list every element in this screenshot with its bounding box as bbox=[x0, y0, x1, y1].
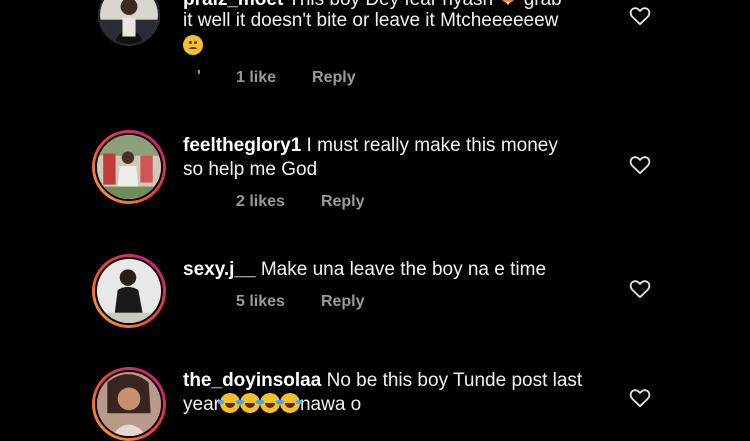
comment-body: No be this boy Tunde post last bbox=[326, 370, 583, 391]
avatar-image bbox=[97, 372, 161, 436]
fox-emoji-icon bbox=[502, 0, 515, 5]
comment-meta: 2 likes Reply bbox=[236, 193, 365, 211]
avatar-image bbox=[97, 259, 161, 323]
sad-face-emoji-icon bbox=[183, 35, 203, 55]
tears-of-joy-emoji-icon bbox=[237, 393, 262, 413]
like-count[interactable]: 1 like bbox=[236, 69, 276, 87]
tears-of-joy-emoji-icon bbox=[277, 393, 302, 413]
comment-username[interactable]: feeltheglory1 bbox=[183, 135, 301, 156]
small-mark: ' bbox=[197, 68, 201, 85]
heart-icon[interactable] bbox=[629, 388, 651, 408]
avatar[interactable] bbox=[98, 0, 160, 46]
tears-of-joy-emoji-icon bbox=[217, 393, 242, 413]
comment-body: nawa o bbox=[299, 394, 362, 415]
comment-item: sexy.j__ Make una leave the boy na e tim… bbox=[0, 220, 750, 340]
heart-icon[interactable] bbox=[629, 6, 651, 26]
comment-text: the_doyinsolaa No be this boy Tunde post… bbox=[183, 369, 582, 393]
comment-item: feeltheglory1 I must really make this mo… bbox=[0, 100, 750, 220]
comment-body: I must really make this money bbox=[306, 135, 558, 156]
like-count[interactable]: 5 likes bbox=[236, 293, 285, 311]
comment-body: year bbox=[183, 394, 220, 415]
avatar-image bbox=[100, 0, 158, 44]
comment-username[interactable]: sexy.j__ bbox=[183, 259, 256, 280]
avatar[interactable] bbox=[92, 130, 166, 204]
comment-text: sexy.j__ Make una leave the boy na e tim… bbox=[183, 258, 546, 282]
comment-meta: 5 likes Reply bbox=[236, 293, 365, 311]
comment-meta: 1 like Reply bbox=[236, 69, 356, 87]
comment-username[interactable]: the_doyinsolaa bbox=[183, 370, 321, 391]
comment-body: Make una leave the boy na e time bbox=[260, 259, 547, 280]
heart-icon[interactable] bbox=[629, 155, 651, 175]
comment-emoji-line bbox=[183, 35, 203, 59]
comment-text-line: year nawa o bbox=[183, 393, 361, 417]
reply-button[interactable]: Reply bbox=[321, 193, 365, 211]
comment-text-line: so help me God bbox=[183, 159, 318, 180]
reply-button[interactable]: Reply bbox=[312, 69, 356, 87]
comment-text: feeltheglory1 I must really make this mo… bbox=[183, 134, 558, 158]
comment-item: praiz_moet This boy Dey fear nyash grab … bbox=[0, 0, 750, 100]
heart-icon[interactable] bbox=[629, 279, 651, 299]
comment-text-line: it well it doesn't bite or leave it Mtch… bbox=[183, 10, 559, 31]
comment-item: the_doyinsolaa No be this boy Tunde post… bbox=[0, 340, 750, 441]
tears-of-joy-emoji-icon bbox=[257, 393, 282, 413]
comment-meta: ' bbox=[197, 68, 201, 86]
avatar[interactable] bbox=[92, 254, 166, 328]
avatar-image bbox=[97, 135, 161, 199]
like-count[interactable]: 2 likes bbox=[236, 193, 285, 211]
reply-button[interactable]: Reply bbox=[321, 293, 365, 311]
